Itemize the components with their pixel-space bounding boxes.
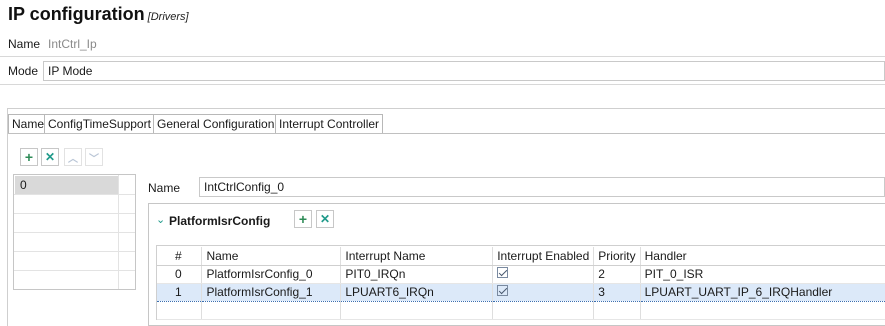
row-index: 1	[157, 282, 203, 302]
plus-icon: +	[298, 211, 308, 227]
row-priority[interactable]: 2	[593, 265, 641, 284]
col-interrupt-enabled: Interrupt Enabled	[492, 247, 595, 266]
divider	[0, 56, 885, 57]
chevron-down-icon: ﹀	[89, 153, 99, 165]
row-enabled-cell[interactable]	[492, 265, 595, 284]
mode-field[interactable]: IP Mode	[43, 61, 885, 81]
isr-table: # Name Interrupt Name Interrupt Enabled …	[157, 247, 885, 320]
tab-name[interactable]: Name	[8, 114, 49, 134]
page-title: IP configuration [Drivers]	[8, 4, 189, 25]
tab-general-configuration[interactable]: General Configuration	[153, 114, 279, 134]
chevron-up-icon: ︿	[68, 153, 78, 165]
table-row-selected[interactable]: 1 PlatformIsrConfig_1 LPUART6_IRQn 3 LPU…	[157, 282, 885, 302]
row-name[interactable]: PlatformIsrConfig_0	[201, 265, 342, 284]
remove-row-button[interactable]: ✕	[316, 210, 334, 228]
col-index: #	[157, 247, 203, 266]
row-name[interactable]: PlatformIsrConfig_1	[201, 282, 342, 302]
page-subtitle: [Drivers]	[147, 11, 189, 23]
table-header-row: # Name Interrupt Name Interrupt Enabled …	[157, 247, 885, 266]
col-name: Name	[201, 247, 342, 266]
divider	[0, 84, 885, 85]
list-item[interactable]: 0	[20, 178, 27, 192]
col-handler: Handler	[640, 247, 885, 266]
add-config-button[interactable]: +	[20, 148, 38, 166]
plus-icon: +	[24, 149, 34, 165]
add-row-button[interactable]: +	[294, 210, 312, 228]
move-down-button[interactable]: ﹀	[85, 148, 103, 166]
table-row[interactable]: 0 PlatformIsrConfig_0 PIT0_IRQn 2 PIT_0_…	[157, 265, 885, 284]
table-row-empty	[157, 301, 885, 320]
name-label: Name	[8, 37, 41, 51]
tab-config-time-support[interactable]: ConfigTimeSupport	[44, 114, 155, 134]
row-interrupt-name[interactable]: PIT0_IRQn	[340, 265, 494, 284]
row-priority[interactable]: 3	[593, 282, 641, 302]
collapse-chevron-icon[interactable]: ⌄	[156, 213, 165, 226]
row-handler[interactable]: PIT_0_ISR	[640, 265, 885, 284]
name-value: IntCtrl_Ip	[48, 37, 97, 51]
move-up-button[interactable]: ︿	[64, 148, 82, 166]
row-index: 0	[157, 265, 203, 284]
row-handler[interactable]: LPUART_UART_IP_6_IRQHandler	[640, 282, 885, 302]
close-icon: ✕	[319, 212, 331, 226]
checkbox-checked-icon[interactable]	[497, 267, 509, 278]
close-icon: ✕	[44, 150, 56, 164]
detail-name-field[interactable]: IntCtrlConfig_0	[199, 177, 885, 197]
section-title: PlatformIsrConfig	[169, 214, 271, 228]
tab-interrupt-controller[interactable]: Interrupt Controller	[275, 114, 384, 134]
col-priority: Priority	[593, 247, 641, 266]
remove-config-button[interactable]: ✕	[41, 148, 59, 166]
row-enabled-cell[interactable]	[492, 282, 595, 302]
row-interrupt-name[interactable]: LPUART6_IRQn	[340, 282, 494, 302]
col-interrupt-name: Interrupt Name	[340, 247, 494, 266]
page-title-text: IP configuration	[8, 4, 145, 24]
list-item-selected-bg	[15, 176, 118, 194]
tab-underline	[8, 133, 885, 134]
checkbox-checked-icon[interactable]	[497, 285, 509, 296]
config-list: 0	[13, 174, 136, 290]
mode-label: Mode	[8, 64, 39, 78]
detail-name-label: Name	[148, 181, 181, 195]
